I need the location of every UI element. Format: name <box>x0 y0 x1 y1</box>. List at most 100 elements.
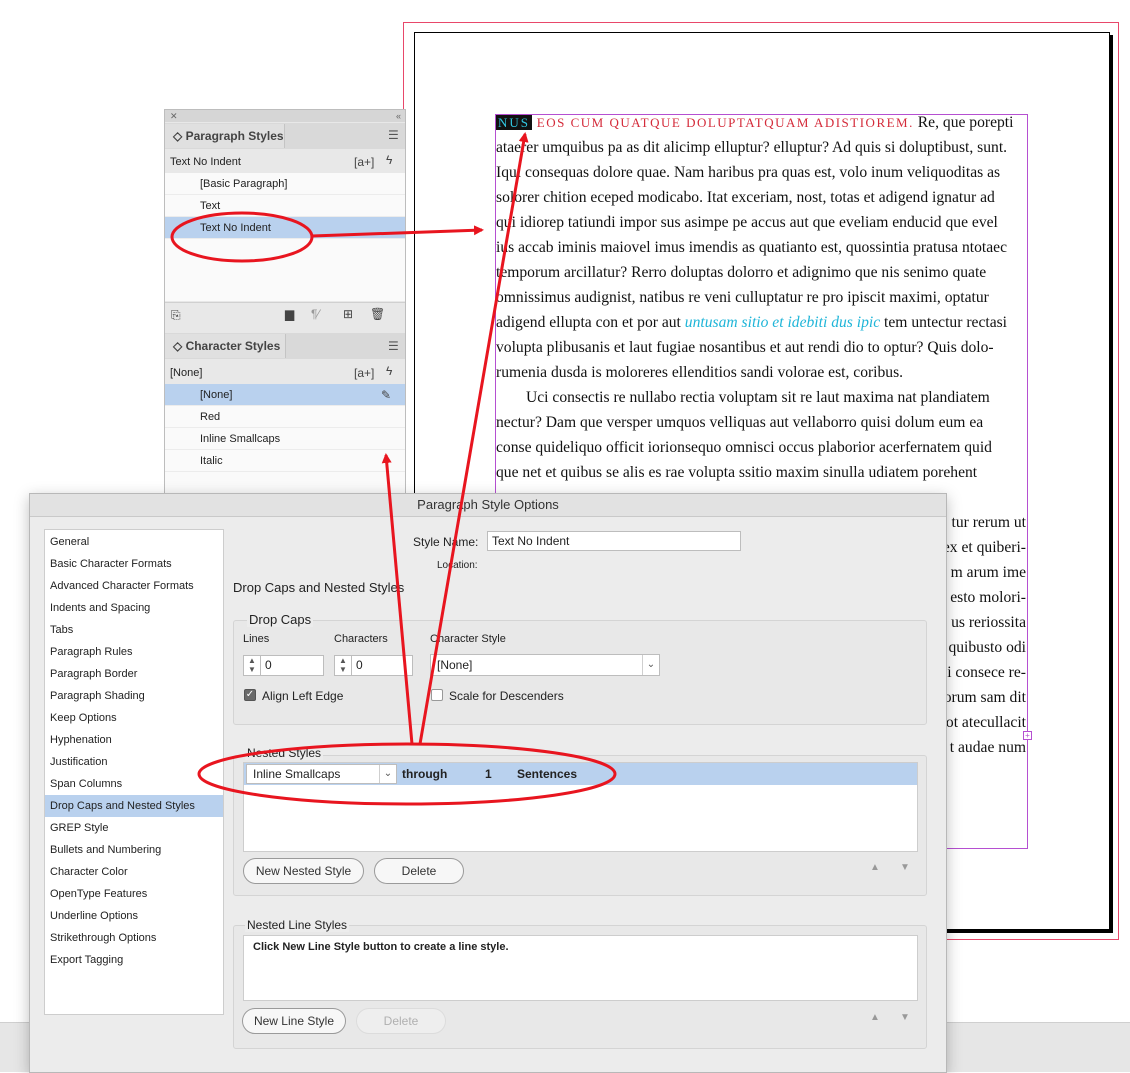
category-item[interactable]: Indents and Spacing <box>45 597 223 619</box>
category-item[interactable]: Paragraph Rules <box>45 641 223 663</box>
clear-overrides-icon[interactable]: ϟ <box>386 364 392 378</box>
character-style-current: [None] <box>170 367 203 379</box>
style-name-input[interactable]: Text No Indent <box>487 531 741 551</box>
nested-style-mode[interactable]: through <box>402 767 447 781</box>
collapse-icon[interactable]: « <box>396 110 401 122</box>
paragraph-style-item[interactable]: [Basic Paragraph] <box>165 173 405 195</box>
text-run: untusam sitio et idebiti dus ipic <box>684 314 881 331</box>
new-nested-style-button[interactable]: New Nested Style <box>243 858 364 884</box>
category-item[interactable]: Underline Options <box>45 905 223 927</box>
text-run: m arum ime <box>950 564 1026 581</box>
nested-style-row[interactable]: Inline Smallcaps ⌄ through 1 Sentences <box>244 763 917 785</box>
text-run: EOS CUM QUATQUE DOLUPTATQUAM ADISTIOREM. <box>532 115 914 130</box>
nested-style-unit[interactable]: Sentences <box>517 767 577 781</box>
text-line: Uci consectis re nullabo rectia voluptam… <box>496 385 1028 410</box>
category-item[interactable]: Character Color <box>45 861 223 883</box>
character-style-select[interactable]: [None] ⌄ <box>430 654 660 676</box>
trash-icon[interactable]: 🗑 <box>370 307 385 321</box>
new-style-group-icon[interactable]: [a+] <box>354 366 374 380</box>
folder-icon[interactable]: ▆ <box>285 307 294 321</box>
text-run: Uci consectis re nullabo rectia voluptam… <box>526 389 990 406</box>
nested-styles-list: Inline Smallcaps ⌄ through 1 Sentences <box>243 762 918 852</box>
text-run: Iqui consequas dolore quae. Nam haribus … <box>496 164 1001 181</box>
nested-line-styles-title: Nested Line Styles <box>245 918 350 932</box>
chevron-down-icon: ⌄ <box>379 765 396 783</box>
tab-arrows-icon: ◇ <box>173 339 186 353</box>
panel-menu-icon[interactable]: ☰ <box>388 339 399 353</box>
category-item[interactable]: Paragraph Shading <box>45 685 223 707</box>
category-item[interactable]: GREP Style <box>45 817 223 839</box>
category-item[interactable]: Export Tagging <box>45 949 223 971</box>
text-run: us reriossita <box>951 614 1026 631</box>
category-item[interactable]: Strikethrough Options <box>45 927 223 949</box>
category-item[interactable]: General <box>45 531 223 553</box>
text-run: tem untectur rectasi <box>880 314 1008 331</box>
tab-arrows-icon: ◇ <box>173 129 186 143</box>
text-line: solorer chition eceped modicabo. Itat ex… <box>496 185 1028 210</box>
paragraph-style-item[interactable]: Text No Indent <box>165 217 405 239</box>
category-item[interactable]: Keep Options <box>45 707 223 729</box>
category-item[interactable]: Tabs <box>45 619 223 641</box>
move-down-icon[interactable]: ▼ <box>900 1012 910 1023</box>
new-style-icon[interactable]: ⊞ <box>343 307 353 321</box>
nested-style-select[interactable]: Inline Smallcaps ⌄ <box>246 764 397 784</box>
load-styles-icon[interactable]: ⎘ <box>171 308 181 323</box>
nested-line-styles-list: Click New Line Style button to create a … <box>243 935 918 1001</box>
clear-override-pilcrow-icon[interactable]: ¶⁄ <box>311 307 319 321</box>
category-item[interactable]: Drop Caps and Nested Styles <box>45 795 223 817</box>
text-line: temporum arcillatur? Rerro doluptas dolo… <box>496 260 1028 285</box>
clear-overrides-icon[interactable]: ϟ <box>386 153 392 167</box>
category-item[interactable]: Hyphenation <box>45 729 223 751</box>
scale-for-descenders-checkbox[interactable] <box>431 689 443 701</box>
characters-stepper[interactable]: ▲ ▼ <box>334 655 352 676</box>
category-item[interactable]: Bullets and Numbering <box>45 839 223 861</box>
text-run: nectur? Dam que versper umquos velliquas… <box>496 414 984 431</box>
text-run: tur rerum ut <box>951 514 1026 531</box>
text-run: i consece re- <box>947 664 1026 681</box>
character-style-item[interactable]: Inline Smallcaps <box>165 428 405 450</box>
character-style-item[interactable]: Italic <box>165 450 405 472</box>
text-line: conse quideliquo officit iorionsequo omn… <box>496 435 1028 460</box>
text-frame-out-port-icon[interactable]: + <box>1023 731 1032 740</box>
characters-label: Characters <box>334 633 388 645</box>
new-style-group-icon[interactable]: [a+] <box>354 155 374 169</box>
characters-input[interactable]: 0 <box>351 655 413 676</box>
move-up-icon[interactable]: ▲ <box>870 1012 880 1023</box>
lines-input[interactable]: 0 <box>260 655 324 676</box>
category-item[interactable]: Advanced Character Formats <box>45 575 223 597</box>
text-run: t audae num <box>949 739 1026 756</box>
paragraph-panel-footer: ⎘ ▆ ¶⁄ ⊞ 🗑 <box>165 302 405 329</box>
category-item[interactable]: Justification <box>45 751 223 773</box>
nested-styles-title: Nested Styles <box>245 746 324 760</box>
category-item[interactable]: Basic Character Formats <box>45 553 223 575</box>
delete-nested-style-button[interactable]: Delete <box>374 858 464 884</box>
text-run: quibusto odi <box>948 639 1026 656</box>
character-style-item[interactable]: Red <box>165 406 405 428</box>
delete-line-style-button[interactable]: Delete <box>356 1008 446 1034</box>
category-item[interactable]: Paragraph Border <box>45 663 223 685</box>
category-item[interactable]: OpenType Features <box>45 883 223 905</box>
lines-stepper[interactable]: ▲ ▼ <box>243 655 261 676</box>
text-run: Re, que porepti <box>913 114 1014 131</box>
move-down-icon[interactable]: ▼ <box>900 862 910 873</box>
tab-paragraph-styles[interactable]: ◇ Paragraph Styles <box>165 124 285 148</box>
style-name-label: Style Name: <box>413 535 479 549</box>
text-run: volupta plibusanis et laut fugiae nosant… <box>496 339 994 356</box>
text-line: rumenia dusda is moloreres ellenditios s… <box>496 360 1028 385</box>
nested-style-count[interactable]: 1 <box>485 767 492 781</box>
align-left-edge-checkbox[interactable]: ✓ <box>244 689 256 701</box>
text-run: temporum arcillatur? Rerro doluptas dolo… <box>496 264 987 281</box>
panel-topbar[interactable]: ✕ « <box>165 110 405 122</box>
paragraph-style-item[interactable]: Text <box>165 195 405 217</box>
text-line: ius accab iminis maiovel imus imendis as… <box>496 235 1028 260</box>
character-style-item[interactable]: [None] <box>165 384 405 406</box>
category-item[interactable]: Span Columns <box>45 773 223 795</box>
new-line-style-button[interactable]: New Line Style <box>242 1008 346 1034</box>
tab-character-styles[interactable]: ◇ Character Styles <box>165 334 286 358</box>
text-run: rumenia dusda is moloreres ellenditios s… <box>496 364 904 381</box>
move-up-icon[interactable]: ▲ <box>870 862 880 873</box>
paragraph-style-list: [Basic Paragraph] Text Text No Indent <box>165 173 405 301</box>
close-icon[interactable]: ✕ <box>170 110 178 122</box>
panel-menu-icon[interactable]: ☰ <box>388 128 399 142</box>
paragraph-style-current: Text No Indent <box>170 156 241 168</box>
